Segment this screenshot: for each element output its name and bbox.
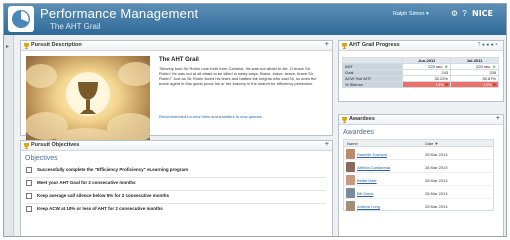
column-header-name[interactable]: Name	[347, 141, 358, 146]
objective-item: Keep average call silence below 5% for 2…	[26, 193, 326, 201]
awardees-table: Name Date ▼ Danielle Davison 28 Mar 2013…	[343, 139, 494, 211]
panel-title: Pursuit Description	[31, 42, 82, 48]
page-subtitle: The AHT Grail	[50, 22, 101, 31]
award-date: 28 Mar 2013	[425, 204, 448, 209]
awardees-heading: Awardees	[343, 129, 375, 136]
left-rail: ▸	[4, 35, 14, 236]
app-title: Performance Management	[40, 6, 199, 21]
chart-icon[interactable]: ●	[491, 42, 494, 48]
fail-icon: ✖	[444, 82, 449, 87]
objective-item: Keep ACW at 10% or less of AHT for 2 con…	[26, 206, 326, 214]
objectives-heading: Objectives	[25, 155, 58, 162]
user-menu[interactable]: Ralph Simon ▾	[393, 11, 429, 17]
table-row: Andrea Long 28 Mar 2013	[344, 200, 493, 212]
awardee-name-link[interactable]: Danielle Davison	[357, 152, 387, 157]
grail-image	[26, 56, 150, 145]
divider	[26, 190, 326, 191]
panel-header: AHT Grail Progress ? ● ● ● ×	[339, 41, 503, 51]
table-row: Alfreda Castaneda 28 Mar 2013	[344, 161, 493, 173]
info-icon[interactable]: ●	[482, 42, 485, 48]
gear-icon[interactable]: ⚙	[450, 9, 459, 18]
pursuit-objectives-panel: Pursuit Objectives + Objectives Successf…	[20, 140, 333, 236]
star-icon: ★	[444, 64, 449, 69]
awardees-panel: Awardees + Awardees Name Date ▼ Danielle…	[338, 114, 504, 236]
objective-item: Meet your AHT Goal for 2 consecutive mon…	[26, 180, 326, 188]
avatar	[346, 188, 355, 198]
awardee-name-link[interactable]: Andrea Long	[357, 204, 380, 209]
awardee-name-link[interactable]: Alfreda Castaneda	[357, 165, 390, 170]
table-header-row: Name Date ▼	[344, 140, 493, 147]
objective-label: Meet your AHT Goal for 2 consecutive mon…	[37, 180, 136, 185]
recommendation-link[interactable]: Recommended for new hires and transfers …	[159, 114, 263, 119]
panel-header: Pursuit Description +	[21, 41, 332, 51]
objective-checkbox[interactable]	[26, 167, 32, 173]
collapse-handle-icon[interactable]: ▸	[6, 43, 11, 53]
table-row: Bill Davis 28 Mar 2013	[344, 187, 493, 199]
award-date: 28 Mar 2013	[425, 165, 448, 170]
help-icon[interactable]: ?	[478, 42, 481, 48]
trophy-icon	[342, 117, 347, 123]
divider	[26, 177, 326, 178]
objective-item: Successfully complete the "Efficiency Pr…	[26, 167, 326, 175]
trophy-icon	[24, 143, 29, 149]
avatar	[346, 175, 355, 185]
expand-icon[interactable]: +	[325, 41, 329, 48]
fail-icon: ✖	[492, 82, 496, 87]
pursuit-description-text: "Bravely bold Sir Robin rode forth from …	[159, 66, 317, 86]
award-date: 28 Mar 2013	[425, 178, 448, 183]
progress-table: Jun-2011 Jul-2011 AHT 220 sec. ★ 220 sec…	[341, 57, 499, 88]
app-window: Performance Management The AHT Grail Ral…	[3, 3, 507, 237]
table-cell: 13% ✖	[402, 81, 452, 88]
objective-checkbox[interactable]	[26, 193, 32, 199]
table-row: % Silence 13% ✖ 12% ✖	[341, 81, 499, 88]
column-header-date[interactable]: Date ▼	[425, 141, 439, 146]
clock-logo-icon[interactable]	[8, 6, 34, 32]
expand-icon[interactable]: +	[496, 115, 500, 122]
award-date: 28 Mar 2013	[425, 152, 448, 157]
header-bar: Performance Management The AHT Grail Ral…	[4, 4, 506, 35]
trophy-icon	[342, 43, 347, 49]
objective-checkbox[interactable]	[26, 206, 32, 212]
award-date: 28 Mar 2013	[425, 191, 448, 196]
panel-title: Pursuit Objectives	[31, 142, 80, 148]
brand-logo: NICE	[472, 9, 494, 18]
objective-label: Keep average call silence below 5% for 2…	[37, 193, 170, 198]
help-icon[interactable]: ?	[460, 9, 469, 18]
avatar	[346, 149, 355, 159]
trophy-icon	[24, 43, 29, 49]
objective-label: Successfully complete the "Efficiency Pr…	[37, 167, 189, 172]
panel-title: AHT Grail Progress	[349, 42, 400, 48]
progress-toolbar: ? ● ● ● ×	[478, 42, 498, 48]
row-label: % Silence	[341, 81, 404, 88]
expand-icon[interactable]: +	[325, 141, 329, 148]
objective-checkbox[interactable]	[26, 180, 32, 186]
star-icon: ★	[492, 64, 496, 69]
table-row: Danielle Davison 28 Mar 2013	[344, 148, 493, 160]
pursuit-heading: The AHT Grail	[159, 57, 199, 63]
awardee-name-link[interactable]: Bill Davis	[357, 191, 373, 196]
close-icon[interactable]: ×	[495, 42, 498, 48]
panel-header: Pursuit Objectives +	[21, 141, 332, 151]
divider	[26, 203, 326, 204]
avatar	[346, 162, 355, 172]
avatar	[346, 201, 355, 211]
table-row: Bettie Hale 28 Mar 2013	[344, 174, 493, 186]
pursuit-description-panel: Pursuit Description + The AHT Grail "Bra…	[20, 40, 333, 145]
table-cell: 12% ✖	[450, 81, 499, 88]
awardee-name-link[interactable]: Bettie Hale	[357, 178, 377, 183]
panel-title: Awardees	[349, 116, 375, 122]
panel-header: Awardees +	[339, 115, 503, 125]
objective-label: Keep ACW at 10% or less of AHT for 2 con…	[37, 206, 163, 211]
settings-icon[interactable]: ●	[486, 42, 489, 48]
aht-grail-progress-panel: AHT Grail Progress ? ● ● ● × Jun-2011 Ju…	[338, 40, 504, 102]
